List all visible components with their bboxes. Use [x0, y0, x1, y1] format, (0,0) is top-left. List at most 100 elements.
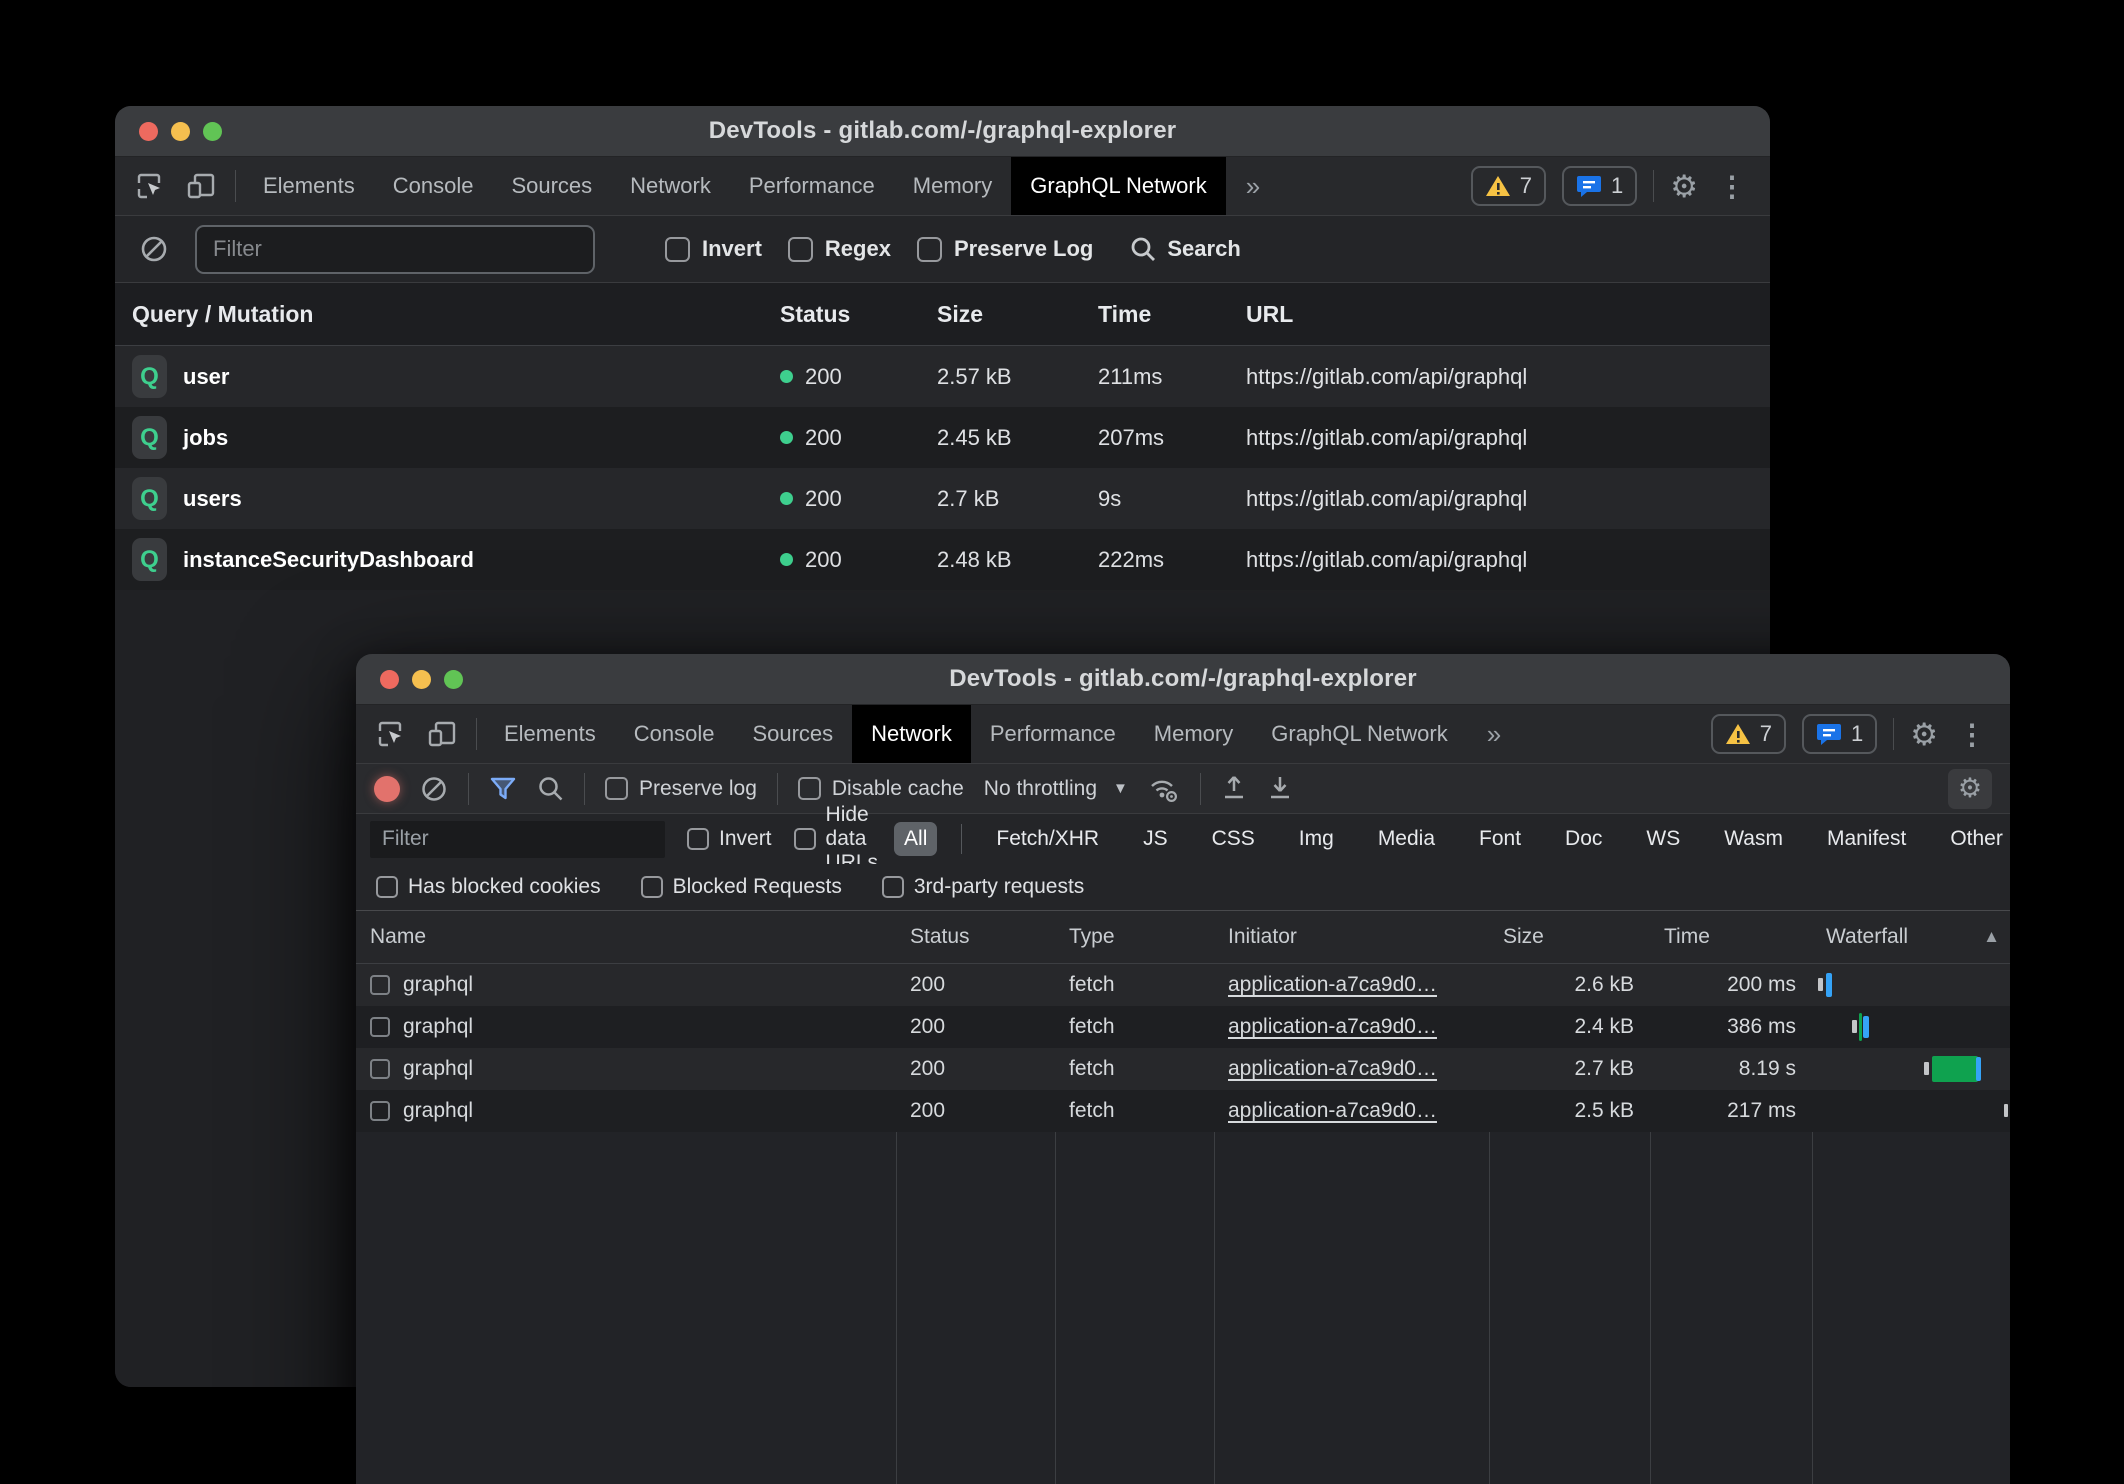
checkbox[interactable] — [917, 237, 942, 262]
tab-network[interactable]: Network — [611, 157, 730, 215]
column-header-url[interactable]: URL — [1229, 283, 1770, 345]
warnings-badge[interactable]: 7 — [1471, 166, 1546, 206]
column-header-query[interactable]: Query / Mutation — [115, 283, 763, 345]
settings-gear-icon[interactable]: ⚙ — [1670, 171, 1698, 202]
inspect-element-icon[interactable] — [135, 171, 165, 201]
network-filter-input[interactable] — [370, 821, 665, 858]
table-row[interactable]: graphql 200 fetch application-a7ca9d0… 2… — [356, 1048, 2010, 1090]
checkbox[interactable] — [882, 876, 904, 898]
table-row[interactable]: Quser 200 2.57 kB 211ms https://gitlab.c… — [115, 346, 1770, 407]
tab-graphql-network[interactable]: GraphQL Network — [1252, 705, 1466, 763]
regex-checkbox[interactable]: Regex — [788, 236, 891, 262]
search-toggle[interactable]: Search — [1129, 235, 1240, 263]
column-header-time[interactable]: Time — [1650, 911, 1812, 963]
type-filter-all[interactable]: All — [894, 822, 937, 856]
checkbox[interactable] — [687, 828, 709, 850]
checkbox[interactable] — [665, 237, 690, 262]
type-filter-media[interactable]: Media — [1368, 822, 1445, 856]
issues-badge[interactable]: 1 — [1802, 714, 1877, 754]
preserve-log-checkbox[interactable]: Preserve log — [605, 777, 757, 801]
type-filter-other[interactable]: Other — [1940, 822, 2010, 856]
tab-memory[interactable]: Memory — [1135, 705, 1252, 763]
throttling-select[interactable]: No throttling ▼ — [984, 777, 1128, 801]
filter-input[interactable] — [195, 225, 595, 274]
warnings-badge[interactable]: 7 — [1711, 714, 1786, 754]
tab-console[interactable]: Console — [374, 157, 493, 215]
column-header-status[interactable]: Status — [896, 911, 1055, 963]
column-header-time[interactable]: Time — [1081, 283, 1229, 345]
more-tabs-icon[interactable]: » — [1226, 157, 1280, 215]
column-header-size[interactable]: Size — [1489, 911, 1650, 963]
type-filter-fetch-xhr[interactable]: Fetch/XHR — [986, 822, 1109, 856]
settings-gear-icon[interactable]: ⚙ — [1910, 719, 1938, 750]
type-filter-doc[interactable]: Doc — [1555, 822, 1612, 856]
column-header-waterfall[interactable]: Waterfall — [1812, 911, 2010, 963]
issues-badge[interactable]: 1 — [1562, 166, 1637, 206]
tab-elements[interactable]: Elements — [244, 157, 374, 215]
titlebar[interactable]: DevTools - gitlab.com/-/graphql-explorer — [356, 654, 2010, 705]
preserve-log-checkbox[interactable]: Preserve Log — [917, 236, 1093, 262]
titlebar[interactable]: DevTools - gitlab.com/-/graphql-explorer — [115, 106, 1770, 157]
blocked-requests-checkbox[interactable]: Blocked Requests — [641, 875, 842, 899]
column-header-size[interactable]: Size — [920, 283, 1081, 345]
checkbox[interactable] — [794, 828, 816, 850]
table-row[interactable]: Qusers 200 2.7 kB 9s https://gitlab.com/… — [115, 468, 1770, 529]
row-checkbox[interactable] — [370, 1017, 390, 1037]
initiator-link[interactable]: application-a7ca9d0… — [1228, 1015, 1437, 1039]
row-checkbox[interactable] — [370, 975, 390, 995]
tab-elements[interactable]: Elements — [485, 705, 615, 763]
column-header-initiator[interactable]: Initiator — [1214, 911, 1489, 963]
type-filter-css[interactable]: CSS — [1202, 822, 1265, 856]
device-toolbar-icon[interactable] — [185, 171, 217, 201]
table-row[interactable]: graphql 200 fetch application-a7ca9d0… 2… — [356, 964, 2010, 1006]
type-filter-font[interactable]: Font — [1469, 822, 1531, 856]
tab-sources[interactable]: Sources — [492, 157, 611, 215]
record-button[interactable] — [374, 776, 400, 802]
blocked-cookies-checkbox[interactable]: Has blocked cookies — [376, 875, 601, 899]
device-toolbar-icon[interactable] — [426, 719, 458, 749]
export-har-icon[interactable] — [1267, 775, 1293, 803]
type-filter-ws[interactable]: WS — [1636, 822, 1690, 856]
checkbox[interactable] — [788, 237, 813, 262]
tab-performance[interactable]: Performance — [971, 705, 1135, 763]
tab-graphql-network[interactable]: GraphQL Network — [1011, 157, 1225, 215]
kebab-menu-icon[interactable]: ⋮ — [1714, 170, 1750, 203]
type-filter-manifest[interactable]: Manifest — [1817, 822, 1916, 856]
checkbox[interactable] — [798, 777, 821, 800]
kebab-menu-icon[interactable]: ⋮ — [1954, 718, 1990, 751]
type-filter-img[interactable]: Img — [1289, 822, 1344, 856]
table-row[interactable]: graphql 200 fetch application-a7ca9d0… 2… — [356, 1090, 2010, 1132]
inspect-element-icon[interactable] — [376, 719, 406, 749]
tab-memory[interactable]: Memory — [894, 157, 1011, 215]
table-row[interactable]: QinstanceSecurityDashboard 200 2.48 kB 2… — [115, 529, 1770, 590]
tab-sources[interactable]: Sources — [733, 705, 852, 763]
clear-icon[interactable] — [420, 775, 448, 803]
search-icon[interactable] — [537, 775, 564, 802]
more-tabs-icon[interactable]: » — [1467, 705, 1521, 763]
type-filter-wasm[interactable]: Wasm — [1714, 822, 1793, 856]
initiator-link[interactable]: application-a7ca9d0… — [1228, 973, 1437, 997]
invert-checkbox[interactable]: Invert — [665, 236, 762, 262]
invert-checkbox[interactable]: Invert — [687, 827, 772, 851]
checkbox[interactable] — [605, 777, 628, 800]
column-header-status[interactable]: Status — [763, 283, 920, 345]
tab-network[interactable]: Network — [852, 705, 971, 763]
table-row[interactable]: graphql 200 fetch application-a7ca9d0… 2… — [356, 1006, 2010, 1048]
filter-funnel-icon[interactable] — [489, 776, 517, 802]
row-checkbox[interactable] — [370, 1059, 390, 1079]
network-settings-button[interactable]: ⚙ — [1948, 769, 1992, 809]
third-party-requests-checkbox[interactable]: 3rd-party requests — [882, 875, 1084, 899]
table-row[interactable]: Qjobs 200 2.45 kB 207ms https://gitlab.c… — [115, 407, 1770, 468]
column-header-type[interactable]: Type — [1055, 911, 1214, 963]
tab-performance[interactable]: Performance — [730, 157, 894, 215]
tab-console[interactable]: Console — [615, 705, 734, 763]
initiator-link[interactable]: application-a7ca9d0… — [1228, 1099, 1437, 1123]
type-filter-js[interactable]: JS — [1133, 822, 1178, 856]
checkbox[interactable] — [376, 876, 398, 898]
clear-icon[interactable] — [139, 234, 169, 264]
row-checkbox[interactable] — [370, 1101, 390, 1121]
column-header-name[interactable]: Name — [356, 911, 896, 963]
checkbox[interactable] — [641, 876, 663, 898]
initiator-link[interactable]: application-a7ca9d0… — [1228, 1057, 1437, 1081]
network-conditions-icon[interactable] — [1148, 775, 1180, 803]
